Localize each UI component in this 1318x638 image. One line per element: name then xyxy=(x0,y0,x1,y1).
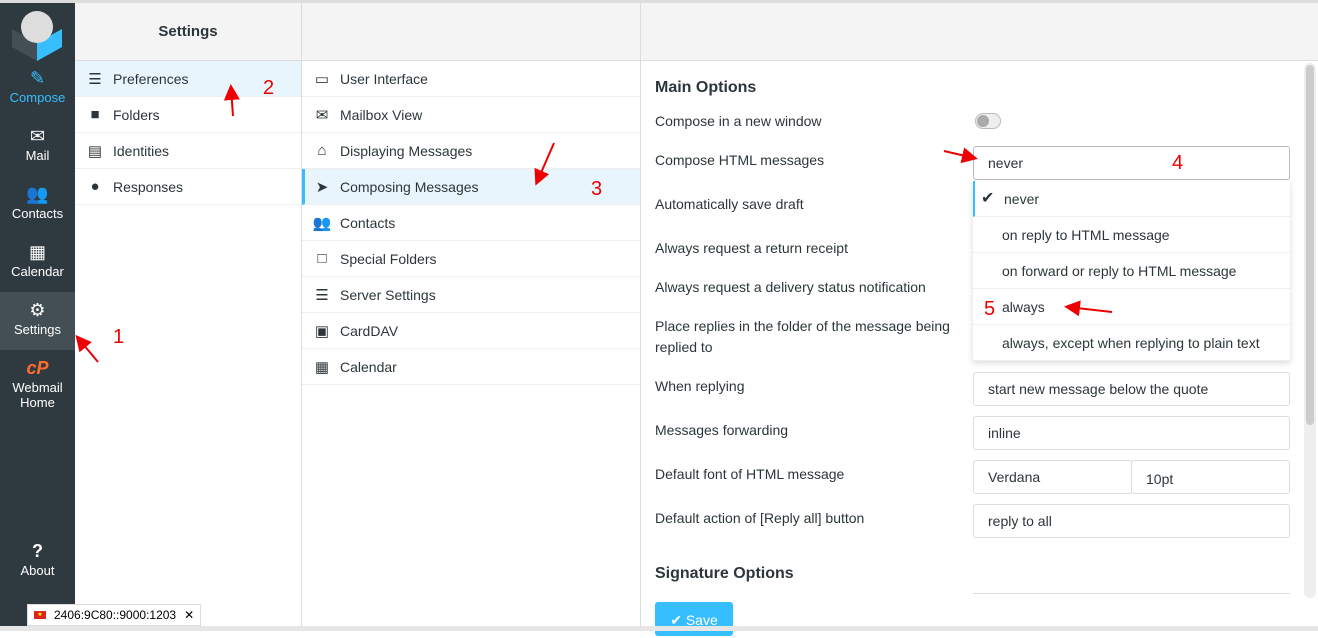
label-compose-html: Compose HTML messages xyxy=(655,152,825,168)
roundcube-logo xyxy=(12,11,62,61)
preferences-form: Main Options Compose in a new window Com… xyxy=(641,3,1318,636)
close-icon[interactable]: ✕ xyxy=(184,608,194,622)
nav-contacts[interactable]: 👥 Contacts xyxy=(0,176,75,234)
nav-mail[interactable]: ✉ Mail xyxy=(0,118,75,176)
sliders-icon: ☰ xyxy=(88,70,102,88)
option-on-reply[interactable]: on reply to HTML message xyxy=(973,217,1290,253)
compose-html-select[interactable]: never xyxy=(973,146,1290,180)
option-always-except-plain[interactable]: always, except when replying to plain te… xyxy=(973,325,1290,361)
envelope-icon: ✉ xyxy=(29,126,46,146)
option-always[interactable]: always xyxy=(973,289,1290,325)
annotation-2: 2 xyxy=(263,77,275,99)
settings-item-folders[interactable]: ■ Folders xyxy=(75,97,301,133)
section-composing-messages[interactable]: ➤ Composing Messages xyxy=(302,169,640,205)
settings-title: Settings xyxy=(75,3,301,61)
label-reply-all: Default action of [Reply all] button xyxy=(655,510,865,526)
option-never[interactable]: ✔ never xyxy=(973,181,1290,217)
font-size-select[interactable]: 10pt xyxy=(1131,460,1290,494)
label-auto-save-draft: Automatically save draft xyxy=(655,196,804,212)
annotation-5: 5 xyxy=(984,298,996,320)
label-dsn: Always request a delivery status notific… xyxy=(655,279,926,295)
folder-outline-icon: □ xyxy=(317,250,327,267)
paper-plane-icon: ➤ xyxy=(315,178,329,196)
sidebar: ✎ Compose ✉ Mail 👥 Contacts ▦ Calendar ⚙ Sett… xyxy=(0,3,75,631)
calendar-icon: ▦ xyxy=(28,242,46,262)
section-special-folders[interactable]: □ Special Folders xyxy=(302,241,640,277)
option-on-forward-or-reply[interactable]: on forward or reply to HTML message xyxy=(973,253,1290,289)
section-server-settings[interactable]: ☰ Server Settings xyxy=(302,277,640,313)
label-default-font: Default font of HTML message xyxy=(655,466,845,482)
annotation-1: 1 xyxy=(113,326,125,348)
label-place-replies: Place replies in the folder of the messa… xyxy=(655,318,950,355)
monitor-icon: ▭ xyxy=(314,70,330,88)
forwarding-select[interactable]: inline xyxy=(973,416,1290,450)
envelope-icon: ✉ xyxy=(315,106,329,124)
nav-webmail-home[interactable]: cP Webmail Home xyxy=(0,350,75,420)
question-icon: ? xyxy=(32,541,43,561)
reply-all-select[interactable]: reply to all xyxy=(973,504,1290,538)
settings-item-responses[interactable]: ● Responses xyxy=(75,169,301,205)
scrollbar[interactable] xyxy=(1304,63,1316,598)
label-compose-new-window: Compose in a new window xyxy=(655,113,822,129)
compose-icon: ✎ xyxy=(29,68,46,88)
sections-panel: ▭ User Interface ✉ Mailbox View ⌂ Displayin… xyxy=(302,3,641,631)
main-options-heading: Main Options xyxy=(655,79,757,96)
annotation-3: 3 xyxy=(591,178,603,200)
section-displaying-messages[interactable]: ⌂ Displaying Messages xyxy=(302,133,640,169)
section-carddav[interactable]: ▣ CardDAV xyxy=(302,313,640,349)
nav-about[interactable]: ? About xyxy=(0,533,75,591)
compose-html-dropdown: ✔ never on reply to HTML message on forwa… xyxy=(973,181,1290,361)
gear-icon: ⚙ xyxy=(29,300,46,320)
address-book-icon: ▣ xyxy=(314,322,330,340)
when-replying-select[interactable]: start new message below the quote xyxy=(973,372,1290,406)
section-contacts[interactable]: 👥 Contacts xyxy=(302,205,640,241)
annotation-4: 4 xyxy=(1172,152,1184,174)
compose-new-window-toggle[interactable] xyxy=(975,113,1001,129)
users-icon: 👥 xyxy=(26,184,49,204)
bottom-bar xyxy=(0,626,1318,631)
font-select[interactable]: Verdana xyxy=(973,460,1132,494)
calendar-icon: ▦ xyxy=(314,358,330,376)
section-user-interface[interactable]: ▭ User Interface xyxy=(302,61,640,97)
inbox-icon: ⌂ xyxy=(317,142,327,159)
folder-icon: ■ xyxy=(90,106,100,123)
section-mailbox-view[interactable]: ✉ Mailbox View xyxy=(302,97,640,133)
nav-settings[interactable]: ⚙ Settings xyxy=(0,292,75,350)
divider xyxy=(973,593,1290,594)
users-icon: 👥 xyxy=(312,214,332,232)
checkmark-icon: ✔ xyxy=(981,190,995,207)
nav-compose[interactable]: ✎ Compose xyxy=(0,60,75,118)
form-header xyxy=(641,3,1318,61)
id-card-icon: ▤ xyxy=(87,142,103,160)
vietnam-flag-icon: ★ xyxy=(34,611,46,619)
sections-header xyxy=(302,3,640,61)
label-return-receipt: Always request a return receipt xyxy=(655,240,848,256)
label-when-replying: When replying xyxy=(655,378,745,394)
comment-icon: ● xyxy=(90,178,100,195)
nav-calendar[interactable]: ▦ Calendar xyxy=(0,234,75,292)
ip-indicator: ★ 2406:9C80::9000:1203 ✕ xyxy=(27,604,202,626)
label-forwarding: Messages forwarding xyxy=(655,422,789,438)
section-calendar[interactable]: ▦ Calendar xyxy=(302,349,640,385)
settings-item-identities[interactable]: ▤ Identities xyxy=(75,133,301,169)
signature-options-heading: Signature Options xyxy=(655,565,794,582)
cpanel-icon: cP xyxy=(26,358,49,378)
server-icon: ☰ xyxy=(315,286,329,304)
